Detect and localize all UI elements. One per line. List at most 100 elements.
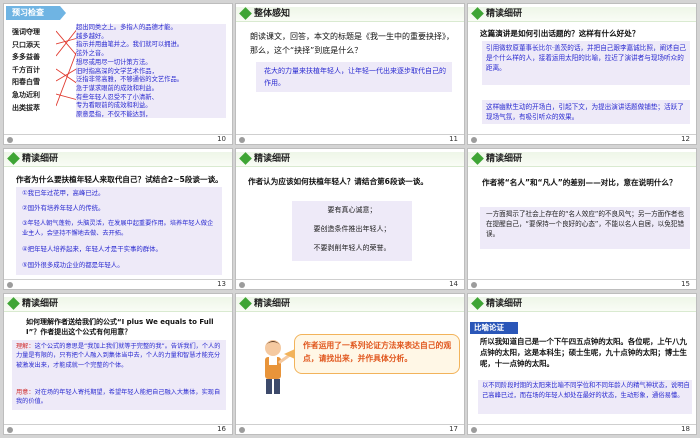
- slide-marker-icon: [239, 427, 245, 433]
- slide-heading: 精读细研: [486, 299, 523, 309]
- vocab-word: 多多益善: [12, 53, 40, 62]
- definition: 弦外之音。: [76, 50, 108, 58]
- slide-marker-icon: [471, 282, 477, 288]
- slide-footer: 14: [236, 279, 464, 289]
- definition: 泛指非常高雅，不够通俗的文艺作品。: [76, 76, 184, 84]
- slide-thumbnail-13[interactable]: 精读细研 作者为什么要扶植年轻人来取代自己？试结合2~5段谈一谈。 ①我已年过花…: [3, 148, 233, 290]
- quote-text: 所以我知道自己是一个下午四五点钟的太阳。各位呢，上午八九点钟的太阳，这是本科生；…: [480, 337, 687, 368]
- slide-thumbnail-11[interactable]: 整体感知 朗读课文，回答，本文的标题是《我一生中的重要抉择》，那么，这个“抉择”…: [235, 3, 465, 145]
- section-tag: 比喻论证: [470, 322, 518, 334]
- answer-text-1: 理解：这个公式的意思是“我加上我们就等于完整的我”。告诉我们，个人的力量是有限的…: [16, 342, 224, 370]
- slide-thumbnail-18[interactable]: 精读细研 比喻论证 所以我知道自己是一个下午四五点钟的太阳。各位呢，上午八九点钟…: [467, 293, 697, 435]
- answer-item: ③年轻人朝气蓬勃，头脑灵活，在发展中起重要作用。培养年轻人做企业主人，会坚持不懈…: [22, 220, 214, 237]
- slide-number: 11: [449, 135, 458, 143]
- definitions-box: 超出同类之上。多指人的品德才能。 越多越好。 指示并用曲笔并之。我们就可以拥进。…: [76, 24, 226, 118]
- answer-box-1: 引用微软原董事长比尔·盖茨的话，并把自己跟李嘉诚比照，阐述自己是个什么样的人，接…: [482, 41, 690, 85]
- answer-box: 花大的力量来扶植年轻人，让年轻一代出来逐步取代自己的作用。: [256, 62, 452, 92]
- slide-marker-icon: [471, 427, 477, 433]
- answer-item: ④把年轻人培养起来，年轻人才是干实事的群体。: [22, 245, 162, 253]
- answer-text: 以不同阶段时期的太阳来比喻不同学位和不同年龄人的精气神状态，说明自己高峰已过，而…: [482, 382, 690, 399]
- slide-number: 18: [681, 425, 690, 433]
- slide-heading: 精读细研: [254, 299, 291, 309]
- tag-arrow-shape: [60, 6, 66, 20]
- slide-heading: 精读细研: [254, 154, 291, 164]
- question-text: 这篇演讲是如何引出话题的？这样有什么好处？: [480, 29, 640, 38]
- slide-header: 精读细研: [236, 294, 464, 314]
- answer-line: 要创造条件推出年轻人；: [313, 225, 391, 233]
- definition: 想尽或用尽一切计策方法。: [76, 58, 152, 66]
- slide-footer: 10: [4, 134, 232, 144]
- teacher-illustration: [265, 340, 298, 394]
- slide-number: 13: [217, 280, 226, 288]
- slide-marker-icon: [239, 282, 245, 288]
- answer-text: 一方面揭示了社会上存在的“名人效应”的不良风气；另一方面作者也在提醒自己，“要保…: [486, 210, 685, 238]
- answer-box: 以不同阶段时期的太阳来比喻不同学位和不同年龄人的精气神状态，说明自己高峰已过，而…: [478, 380, 692, 414]
- slide-marker-icon: [7, 137, 13, 143]
- vocab-word: 阳春白雪: [12, 78, 40, 87]
- answer-item: ②国外有培养年轻人的传统。: [22, 204, 105, 212]
- vocab-word: 急功近利: [12, 90, 40, 99]
- answer-box: 理解：这个公式的意思是“我加上我们就等于完整的我”。告诉我们，个人的力量是有限的…: [12, 340, 226, 410]
- definition: 急于谋求眼前的成效和利益。: [76, 84, 158, 92]
- question-text: 朗读课文，回答，本文的标题是《我一生中的重要抉择》，那么，这个“抉择”到底是什么…: [250, 32, 454, 55]
- answer-box: 一方面揭示了社会上存在的“名人效应”的不良风气；另一方面作者也在提醒自己，“要保…: [480, 207, 690, 249]
- answer-body: 这个公式的意思是“我加上我们就等于完整的我”。告诉我们，个人的力量是有限的，只有…: [16, 343, 221, 369]
- answer-line: 不要剥削年轻人的荣誉。: [313, 244, 391, 252]
- question-text: 如何理解作者送给我们的公式“I plus We equals to Full I…: [26, 318, 214, 336]
- answer-box: 要有真心诚意； 要创造条件推出年轻人； 不要剥削年轻人的荣誉。: [292, 201, 412, 261]
- slide-footer: 16: [4, 424, 232, 434]
- slide-header: 精读细研: [468, 4, 696, 24]
- slide-thumbnail-16[interactable]: 精读细研 如何理解作者送给我们的公式“I plus We equals to F…: [3, 293, 233, 435]
- section-tag: 预习检查: [6, 6, 60, 20]
- slide-heading: 精读细研: [22, 154, 59, 164]
- slide-number: 12: [681, 135, 690, 143]
- slide-marker-icon: [7, 427, 13, 433]
- slide-footer: 11: [236, 134, 464, 144]
- slide-footer: 17: [236, 424, 464, 434]
- slide-thumbnail-14[interactable]: 精读细研 作者认为应该如何扶植年轻人？请结合第6段谈一谈。 要有真心诚意； 要创…: [235, 148, 465, 290]
- slide-thumbnail-17[interactable]: 精读细研 作者运用了一系列论证方法来表达自己的观点，请找出来，并作具体分析。 1…: [235, 293, 465, 435]
- answer-label: 理解：: [16, 343, 35, 350]
- vocab-word: 出类拔萃: [12, 103, 40, 112]
- slide-header: 精读细研: [468, 294, 696, 314]
- answer-text: 这样幽默生动的开场白，引起下文，为提出演讲话题做铺垫；活跃了现场气氛，有吸引听众…: [486, 103, 684, 121]
- slide-number: 15: [681, 280, 690, 288]
- speech-bubble: 作者运用了一系列论证方法来表达自己的观点，请找出来，并作具体分析。: [294, 334, 460, 374]
- answer-box: ①我已年过花甲，高峰已过。 ②国外有培养年轻人的传统。 ③年轻人朝气蓬勃，头脑灵…: [16, 187, 222, 275]
- slide-thumbnail-12[interactable]: 精读细研 这篇演讲是如何引出话题的？这样有什么好处？ 引用微软原董事长比尔·盖茨…: [467, 3, 697, 145]
- slide-number: 10: [217, 135, 226, 143]
- vocabulary-list: 强词夺理 只口添天 多多益善 千方百计 阳春白雪 急功近利 出类拔萃: [12, 26, 60, 114]
- slide-number: 16: [217, 425, 226, 433]
- question-text: 作者将“名人”和“凡人”的差别——对比，意在说明什么？: [482, 178, 677, 187]
- slide-header: 精读细研: [4, 149, 232, 169]
- definition: 原意是指，不仅不能达到，: [76, 111, 152, 119]
- slide-heading: 精读细研: [22, 299, 59, 309]
- answer-item: ①我已年过花甲，高峰已过。: [22, 189, 105, 197]
- slide-footer: 13: [4, 279, 232, 289]
- question-text: 作者认为应该如何扶植年轻人？请结合第6段谈一谈。: [248, 177, 428, 186]
- slide-thumbnail-15[interactable]: 精读细研 作者将“名人”和“凡人”的差别——对比，意在说明什么？ 一方面揭示了社…: [467, 148, 697, 290]
- slide-thumbnail-10[interactable]: 预习检查 强词夺理 只口添天 多多益善 千方百计 阳春白雪 急功近利 出类拔萃 …: [3, 3, 233, 145]
- slide-number: 14: [449, 280, 458, 288]
- definition: 指示并用曲笔并之。我们就可以拥进。: [76, 41, 184, 49]
- slide-sorter-grid: 预习检查 强词夺理 只口添天 多多益善 千方百计 阳春白雪 急功近利 出类拔萃 …: [0, 0, 700, 438]
- slide-heading: 精读细研: [486, 9, 523, 19]
- slide-marker-icon: [7, 282, 13, 288]
- answer-text: 引用微软原董事长比尔·盖茨的话，并把自己跟李嘉诚比照，阐述自己是个什么样的人，接…: [486, 44, 686, 72]
- vocab-word: 强词夺理: [12, 28, 40, 36]
- definition: 旧时指高深的文学艺术作品，: [76, 67, 158, 75]
- answer-item: ⑤国外很多成功企业的都是年轻人。: [22, 261, 124, 269]
- vocab-word: 只口添天: [12, 40, 40, 49]
- slide-footer: 15: [468, 279, 696, 289]
- slide-header: 精读细研: [468, 149, 696, 169]
- answer-box-2: 这样幽默生动的开场白，引起下文，为提出演讲话题做铺垫；活跃了现场气氛，有吸引听众…: [482, 100, 690, 124]
- slide-footer: 18: [468, 424, 696, 434]
- definition: 专为看眼前的成效和利益。: [76, 102, 152, 110]
- answer-line: 要有真心诚意；: [327, 206, 377, 214]
- slide-footer: 12: [468, 134, 696, 144]
- answer-text-2: 用意：对在场的年轻人寄托期望，希望年轻人能把自己融入大集体，实现自我的价值。: [16, 388, 224, 407]
- slide-heading: 整体感知: [254, 9, 291, 19]
- slide-marker-icon: [239, 137, 245, 143]
- slide-heading: 精读细研: [486, 154, 523, 164]
- answer-label: 用意：: [16, 389, 35, 396]
